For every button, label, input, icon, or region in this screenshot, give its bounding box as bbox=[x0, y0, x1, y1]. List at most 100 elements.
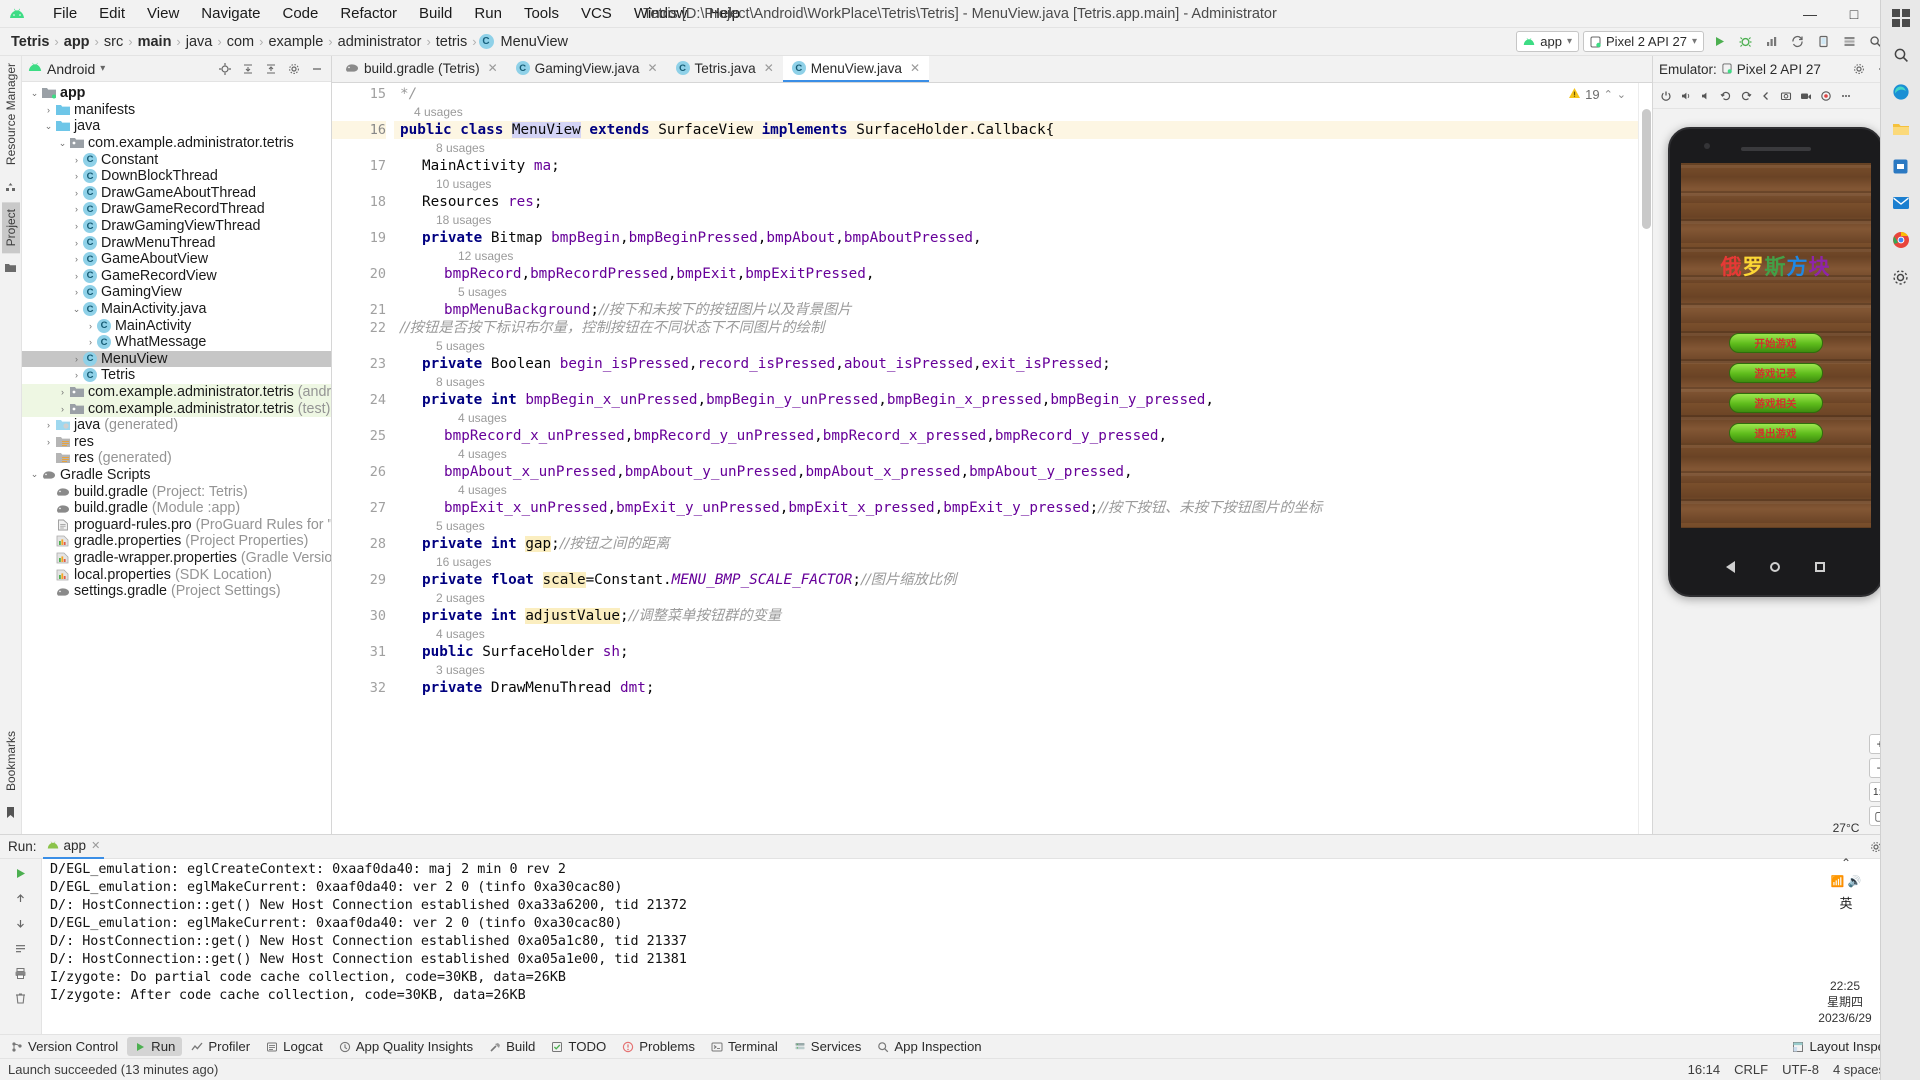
rotate-left-icon[interactable] bbox=[1716, 86, 1735, 106]
code-line[interactable]: MainActivity ma; bbox=[394, 157, 1652, 175]
usages-hint[interactable]: 8 usages bbox=[394, 373, 1652, 391]
usages-hint[interactable]: 5 usages bbox=[394, 283, 1652, 301]
chevron-right-icon[interactable]: › bbox=[70, 271, 83, 281]
rerun-button[interactable] bbox=[10, 863, 32, 883]
tree-node[interactable]: › C DrawGameAboutThread bbox=[22, 185, 331, 202]
line-number[interactable]: 31 bbox=[332, 643, 386, 661]
nav-home-icon[interactable] bbox=[1769, 562, 1780, 572]
emulator-settings-icon[interactable] bbox=[1848, 58, 1870, 80]
tree-node[interactable]: › com.example.administrator.tetris (test) bbox=[22, 400, 331, 417]
more-icon[interactable] bbox=[1836, 86, 1855, 106]
chevron-up-icon[interactable]: ⌃ bbox=[1604, 88, 1613, 101]
back-icon[interactable] bbox=[1756, 86, 1775, 106]
chrome-icon[interactable] bbox=[1887, 226, 1915, 254]
chevron-right-icon[interactable]: › bbox=[70, 188, 83, 198]
tree-node[interactable]: ⌄ Gradle Scripts bbox=[22, 467, 331, 484]
scrollbar-thumb[interactable] bbox=[1642, 109, 1651, 229]
tree-node[interactable]: › C DownBlockThread bbox=[22, 168, 331, 185]
code-editor[interactable]: 15 16 17 18 19 20 21 22 23 24 25 26 27 28… bbox=[332, 83, 1652, 834]
line-number[interactable]: 23 bbox=[332, 355, 386, 373]
print-button[interactable] bbox=[10, 963, 32, 983]
tool-window-button-problems[interactable]: Problems bbox=[615, 1037, 702, 1056]
usages-hint[interactable]: 12 usages bbox=[394, 247, 1652, 265]
menu-view[interactable]: View bbox=[136, 1, 190, 26]
tree-node[interactable]: › C GameRecordView bbox=[22, 268, 331, 285]
mail-icon[interactable] bbox=[1887, 189, 1915, 217]
tree-node[interactable]: › C WhatMessage bbox=[22, 334, 331, 351]
tree-node[interactable]: ⌄ java bbox=[22, 118, 331, 135]
project-tree[interactable]: ⌄ app › manifests ⌄ java ⌄ com.example.administ… bbox=[22, 82, 331, 834]
code-line[interactable]: bmpRecord,bmpRecordPressed,bmpExit,bmpEx… bbox=[394, 265, 1652, 283]
tree-node[interactable]: ⌄ app bbox=[22, 85, 331, 102]
usages-hint[interactable]: 5 usages bbox=[394, 337, 1652, 355]
volume-down-icon[interactable] bbox=[1696, 86, 1715, 106]
search-icon[interactable] bbox=[1887, 41, 1915, 69]
tree-node[interactable]: › C DrawGameRecordThread bbox=[22, 201, 331, 218]
line-number[interactable]: 32 bbox=[332, 679, 386, 697]
menu-refactor[interactable]: Refactor bbox=[329, 1, 408, 26]
edge-icon[interactable] bbox=[1887, 78, 1915, 106]
usages-hint[interactable]: 10 usages bbox=[394, 175, 1652, 193]
breadcrumb-src[interactable]: src bbox=[101, 34, 126, 50]
nav-back-icon[interactable] bbox=[1725, 561, 1735, 573]
tool-window-button-version-control[interactable]: Version Control bbox=[4, 1037, 125, 1056]
breadcrumb-main[interactable]: main bbox=[135, 34, 175, 50]
tree-node[interactable]: ⌄ C MainActivity.java bbox=[22, 301, 331, 318]
tray-clock-date[interactable]: 22:25 星期四 2023/6/29 bbox=[1814, 978, 1876, 1027]
code-line[interactable]: bmpAbout_x_unPressed,bmpAbout_y_unPresse… bbox=[394, 463, 1652, 481]
tool-window-button-app-inspection[interactable]: App Inspection bbox=[870, 1037, 988, 1056]
menu-help[interactable]: Help bbox=[698, 1, 751, 26]
tree-node[interactable]: gradle-wrapper.properties(Gradle Version… bbox=[22, 550, 331, 567]
chevron-right-icon[interactable]: › bbox=[70, 204, 83, 214]
run-tab-app[interactable]: app ✕ bbox=[42, 835, 105, 859]
game-button-about[interactable]: 游戏相关 bbox=[1728, 393, 1823, 413]
console-output[interactable]: D/EGL_emulation: eglCreateContext: 0xaaf… bbox=[42, 859, 1920, 1034]
tree-node[interactable]: › C MenuView bbox=[22, 350, 331, 368]
usages-hint[interactable]: 5 usages bbox=[394, 517, 1652, 535]
breadcrumb-tetris-pkg[interactable]: tetris bbox=[433, 34, 470, 50]
tree-node[interactable]: proguard-rules.pro(ProGuard Rules for ":… bbox=[22, 516, 331, 533]
chevron-down-icon[interactable]: ⌄ bbox=[28, 469, 41, 480]
game-button-start[interactable]: 开始游戏 bbox=[1728, 333, 1823, 353]
debug-button[interactable] bbox=[1734, 31, 1756, 53]
game-button-record[interactable]: 游戏记录 bbox=[1728, 363, 1823, 383]
tree-node[interactable]: local.properties (SDK Location) bbox=[22, 566, 331, 583]
usages-hint[interactable]: 18 usages bbox=[394, 211, 1652, 229]
sidebar-item-project[interactable]: Project bbox=[1, 202, 20, 254]
usages-hint[interactable]: 2 usages bbox=[394, 589, 1652, 607]
chevron-down-icon[interactable]: ⌄ bbox=[1617, 88, 1626, 101]
network-volume-icons[interactable]: 📶 🔊 bbox=[1831, 875, 1861, 888]
code-line[interactable]: private float scale=Constant.MENU_BMP_SC… bbox=[394, 571, 1652, 589]
windows-icon[interactable] bbox=[1887, 4, 1915, 32]
tree-node[interactable]: › C Tetris bbox=[22, 367, 331, 384]
usages-hint[interactable]: 4 usages bbox=[394, 103, 1652, 121]
nav-recents-icon[interactable] bbox=[1815, 562, 1826, 572]
chevron-right-icon[interactable]: › bbox=[42, 105, 55, 115]
chevron-right-icon[interactable]: › bbox=[84, 321, 97, 331]
line-number[interactable]: 28 bbox=[332, 535, 386, 553]
tool-window-button-run[interactable]: Run bbox=[127, 1037, 183, 1056]
emulator-device-name[interactable]: Pixel 2 API 27 bbox=[1737, 62, 1821, 77]
menu-run[interactable]: Run bbox=[463, 1, 513, 26]
chevron-right-icon[interactable]: › bbox=[70, 254, 83, 264]
editor-tab[interactable]: C GamingView.java ✕ bbox=[506, 56, 667, 82]
scroll-down-button[interactable] bbox=[10, 913, 32, 933]
breadcrumb-example[interactable]: example bbox=[265, 34, 326, 50]
line-number[interactable]: 29 bbox=[332, 571, 386, 589]
scroll-up-button[interactable] bbox=[10, 888, 32, 908]
store-icon[interactable] bbox=[1887, 152, 1915, 180]
tree-node[interactable]: › C DrawGamingViewThread bbox=[22, 218, 331, 235]
chevron-down-icon[interactable]: ⌄ bbox=[70, 304, 83, 315]
chevron-right-icon[interactable]: › bbox=[84, 337, 97, 347]
code-line[interactable]: public SurfaceHolder sh; bbox=[394, 643, 1652, 661]
usages-hint[interactable]: 4 usages bbox=[394, 445, 1652, 463]
usages-hint[interactable]: 4 usages bbox=[394, 625, 1652, 643]
video-icon[interactable] bbox=[1816, 86, 1835, 106]
chevron-right-icon[interactable]: › bbox=[42, 420, 55, 430]
chevron-right-icon[interactable]: › bbox=[42, 437, 55, 447]
editor-tab-bar[interactable]: build.gradle (Tetris) ✕ C GamingView.java ✕ C… bbox=[332, 56, 1652, 83]
menu-navigate[interactable]: Navigate bbox=[190, 1, 271, 26]
line-number[interactable]: 24 bbox=[332, 391, 386, 409]
code-content[interactable]: −*/ 4 usages public class MenuView extends… bbox=[394, 83, 1652, 834]
code-line[interactable]: private int adjustValue;//调整菜单按钮群的变量 bbox=[394, 607, 1652, 625]
